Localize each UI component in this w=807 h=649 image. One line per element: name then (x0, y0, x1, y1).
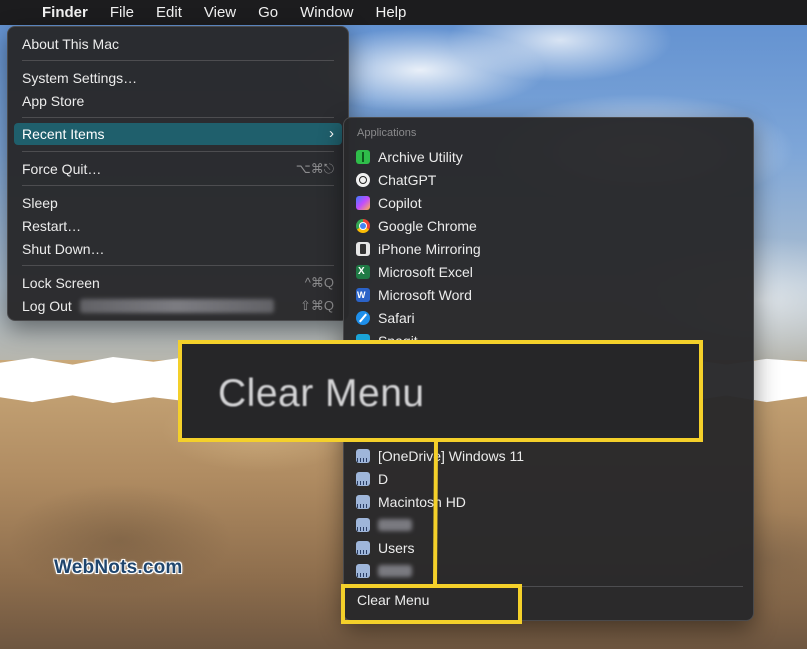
menu-separator (22, 185, 334, 186)
menu-bar: Finder File Edit View Go Window Help (0, 0, 807, 25)
recent-item-label: Archive Utility (378, 149, 463, 165)
menubar-view[interactable]: View (193, 0, 247, 25)
zoom-callout-box: Clear Menu (178, 340, 703, 442)
recent-app-copilot[interactable]: Copilot (356, 192, 422, 214)
recent-item-label: [OneDrive] Windows 11 (378, 448, 525, 464)
menu-item-label: App Store (22, 93, 85, 109)
watermark-logo: WebNots.com (54, 557, 183, 578)
menubar-help[interactable]: Help (365, 0, 418, 25)
menubar-file[interactable]: File (99, 0, 145, 25)
recent-app-microsoft-word[interactable]: Microsoft Word (356, 284, 472, 306)
recent-item-label: Microsoft Word (378, 287, 472, 303)
recent-app-chatgpt[interactable]: ChatGPT (356, 169, 436, 191)
recent-app-safari[interactable]: Safari (356, 307, 415, 329)
menu-item-label: Shut Down… (22, 241, 105, 257)
chevron-right-icon: › (329, 125, 334, 142)
menu-item-label: Recent Items (22, 126, 105, 142)
menu-item-lock-screen[interactable]: Lock Screen ^⌘Q (14, 272, 342, 294)
menu-item-about-this-mac[interactable]: About This Mac (14, 33, 342, 55)
recent-server-d[interactable]: D (356, 468, 388, 490)
menu-separator (22, 60, 334, 61)
menu-item-shut-down[interactable]: Shut Down… (14, 238, 342, 260)
shortcut-label: ⌥⌘⎋ (295, 161, 334, 176)
menu-separator (22, 151, 334, 152)
menubar-finder[interactable]: Finder (31, 0, 99, 25)
recent-server-users[interactable]: Users (356, 537, 415, 559)
archive-utility-icon (356, 150, 370, 164)
iphone-mirroring-icon (356, 242, 370, 256)
recent-item-label: Microsoft Excel (378, 264, 473, 280)
recent-item-label: iPhone Mirroring (378, 241, 481, 257)
recent-item-label: Google Chrome (378, 218, 477, 234)
menu-item-force-quit[interactable]: Force Quit… ⌥⌘⎋ (14, 158, 342, 180)
blurred-username (80, 299, 274, 313)
drive-icon (356, 518, 370, 532)
blurred-label (378, 519, 412, 531)
menu-separator (22, 265, 334, 266)
recent-server-blurred-1[interactable] (356, 514, 412, 536)
recent-app-microsoft-excel[interactable]: Microsoft Excel (356, 261, 473, 283)
recent-server-blurred-2[interactable] (356, 560, 412, 582)
drive-icon (356, 472, 370, 486)
menu-item-label: Restart… (22, 218, 82, 234)
drive-icon (356, 564, 370, 578)
copilot-icon (356, 196, 370, 210)
menu-item-system-settings[interactable]: System Settings… (14, 67, 342, 89)
recent-server-macintosh-hd[interactable]: Macintosh HD (356, 491, 466, 513)
recent-app-iphone-mirroring[interactable]: iPhone Mirroring (356, 238, 481, 260)
menu-item-label: About This Mac (22, 36, 120, 52)
menu-item-label: Lock Screen (22, 275, 100, 291)
recent-item-label: Users (378, 540, 415, 556)
recent-app-archive-utility[interactable]: Archive Utility (356, 146, 463, 168)
drive-icon (356, 541, 370, 555)
drive-icon (356, 449, 370, 463)
menu-item-restart[interactable]: Restart… (14, 215, 342, 237)
safari-icon (356, 311, 370, 325)
menu-item-label: Sleep (22, 195, 58, 211)
section-header-applications: Applications (357, 127, 417, 139)
shortcut-label: ⇧⌘Q (299, 298, 334, 313)
shortcut-label: ^⌘Q (304, 275, 334, 290)
apple-menu: About This Mac System Settings… App Stor… (7, 26, 349, 321)
recent-item-label: Macintosh HD (378, 494, 466, 510)
menu-item-sleep[interactable]: Sleep (14, 192, 342, 214)
menubar-window[interactable]: Window (289, 0, 364, 25)
word-icon (356, 288, 370, 302)
blurred-label (378, 565, 412, 577)
clear-menu-highlight-frame (341, 584, 522, 624)
excel-icon (356, 265, 370, 279)
chrome-icon (356, 219, 370, 233)
menu-item-log-out[interactable]: Log Out ⇧⌘Q (14, 295, 342, 317)
menu-item-label: Log Out (22, 298, 72, 314)
menubar-go[interactable]: Go (247, 0, 289, 25)
menubar-edit[interactable]: Edit (145, 0, 193, 25)
menu-item-app-store[interactable]: App Store (14, 90, 342, 112)
recent-item-label: ChatGPT (378, 172, 437, 188)
recent-server-onedrive-windows-11[interactable]: [OneDrive] Windows 11 (356, 445, 524, 467)
recent-app-google-chrome[interactable]: Google Chrome (356, 215, 477, 237)
menu-separator (22, 117, 334, 118)
menu-item-recent-items[interactable]: Recent Items › (14, 123, 342, 145)
drive-icon (356, 495, 370, 509)
chatgpt-icon (356, 173, 370, 187)
recent-item-label: Safari (378, 310, 415, 326)
recent-item-label: D (378, 471, 389, 487)
zoom-callout-text: Clear Menu (218, 372, 425, 415)
menu-item-label: Force Quit… (22, 161, 102, 177)
menu-item-label: System Settings… (22, 70, 138, 86)
recent-item-label: Copilot (378, 195, 422, 211)
